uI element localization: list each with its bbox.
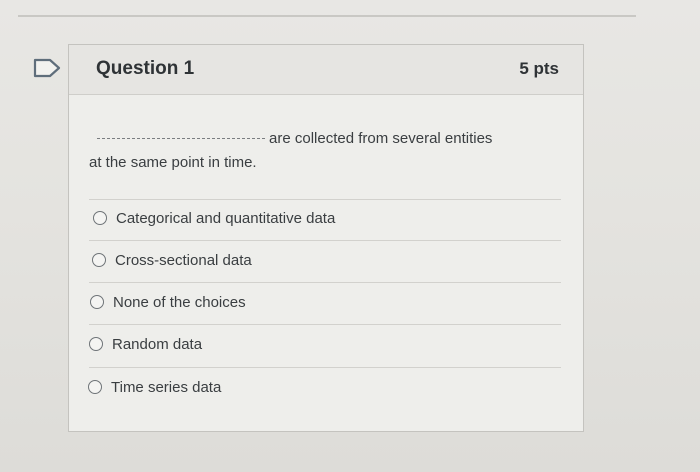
radio-icon[interactable] <box>93 211 107 225</box>
answer-option-time-series[interactable]: Time series data <box>88 375 221 399</box>
question-title: Question 1 <box>96 58 195 79</box>
question-points: 5 pts <box>519 59 559 78</box>
answer-label: Categorical and quantitative data <box>116 209 336 227</box>
answer-option-categorical[interactable]: Categorical and quantitative data <box>93 206 335 230</box>
answer-label: Random data <box>112 335 203 353</box>
answer-label: Cross-sectional data <box>115 251 252 269</box>
answer-option-cross-sectional[interactable]: Cross-sectional data <box>92 248 252 272</box>
question-text-line-two: at the same point in time. <box>89 154 257 171</box>
answer-divider <box>89 324 561 325</box>
radio-icon[interactable] <box>89 337 103 351</box>
answer-divider <box>89 282 561 283</box>
question-text: are collected from several entities at t… <box>89 127 559 175</box>
answer-divider <box>89 199 561 200</box>
answer-divider <box>89 367 561 368</box>
radio-icon[interactable] <box>90 295 104 309</box>
answer-option-random[interactable]: Random data <box>89 332 202 356</box>
question-card: Question 1 5 pts are collected from seve… <box>68 44 584 432</box>
answer-label: Time series data <box>111 378 222 396</box>
flag-question-icon[interactable] <box>32 58 62 78</box>
radio-icon[interactable] <box>88 380 102 394</box>
radio-icon[interactable] <box>92 253 106 267</box>
question-header: Question 1 5 pts <box>69 45 583 95</box>
answer-label: None of the choices <box>113 293 246 311</box>
answer-divider <box>89 240 561 241</box>
blank-line <box>97 138 265 139</box>
top-divider <box>18 15 636 17</box>
answer-option-none[interactable]: None of the choices <box>90 290 246 314</box>
question-text-after-blank: are collected from several entities <box>269 130 493 147</box>
